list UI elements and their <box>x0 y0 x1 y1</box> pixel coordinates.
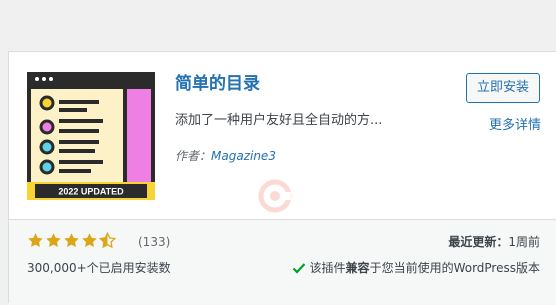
author-label: 作者： <box>175 149 212 163</box>
active-installs: 300,000+个已启用安装数 <box>27 261 171 275</box>
star-filled-icon <box>64 233 79 248</box>
rating-count: (133) <box>138 235 171 249</box>
compat-prefix: 该插件 <box>309 261 346 275</box>
last-updated: 最近更新：1周前 <box>448 233 540 250</box>
star-rating <box>27 232 117 249</box>
table-of-contents-plugin-icon[interactable]: 2022 UPDATED <box>27 72 155 200</box>
plugin-title-link[interactable]: 简单的目录 <box>175 72 260 96</box>
compat-bold: 兼容 <box>345 261 370 275</box>
plugin-card: 2022 UPDATED 简单的目录 添加了一种用户友好且全自动的方... 作者… <box>8 51 556 305</box>
plugin-author: 作者：Magazine3 <box>175 147 276 164</box>
star-filled-icon <box>82 233 97 248</box>
install-now-button[interactable]: 立即安装 <box>466 73 540 103</box>
star-filled-icon <box>28 233 43 248</box>
compatibility-notice: 该插件 兼容 于您当前使用的WordPress版本 <box>292 259 540 276</box>
check-icon <box>292 262 305 274</box>
compat-suffix: 于您当前使用的WordPress版本 <box>369 261 540 275</box>
star-filled-icon <box>46 233 61 248</box>
author-link[interactable]: Magazine3 <box>211 149 276 163</box>
more-details-link[interactable]: 更多详情 <box>489 114 541 133</box>
last-updated-value: 1周前 <box>508 235 540 249</box>
plugin-card-top: 2022 UPDATED 简单的目录 添加了一种用户友好且全自动的方... 作者… <box>9 52 556 240</box>
plugin-description: 添加了一种用户友好且全自动的方... <box>175 113 383 128</box>
icon-badge-text: 2022 UPDATED <box>58 187 124 197</box>
watermark-logo-icon <box>258 179 292 213</box>
star-half-icon <box>99 232 116 249</box>
last-updated-label: 最近更新： <box>448 235 509 249</box>
